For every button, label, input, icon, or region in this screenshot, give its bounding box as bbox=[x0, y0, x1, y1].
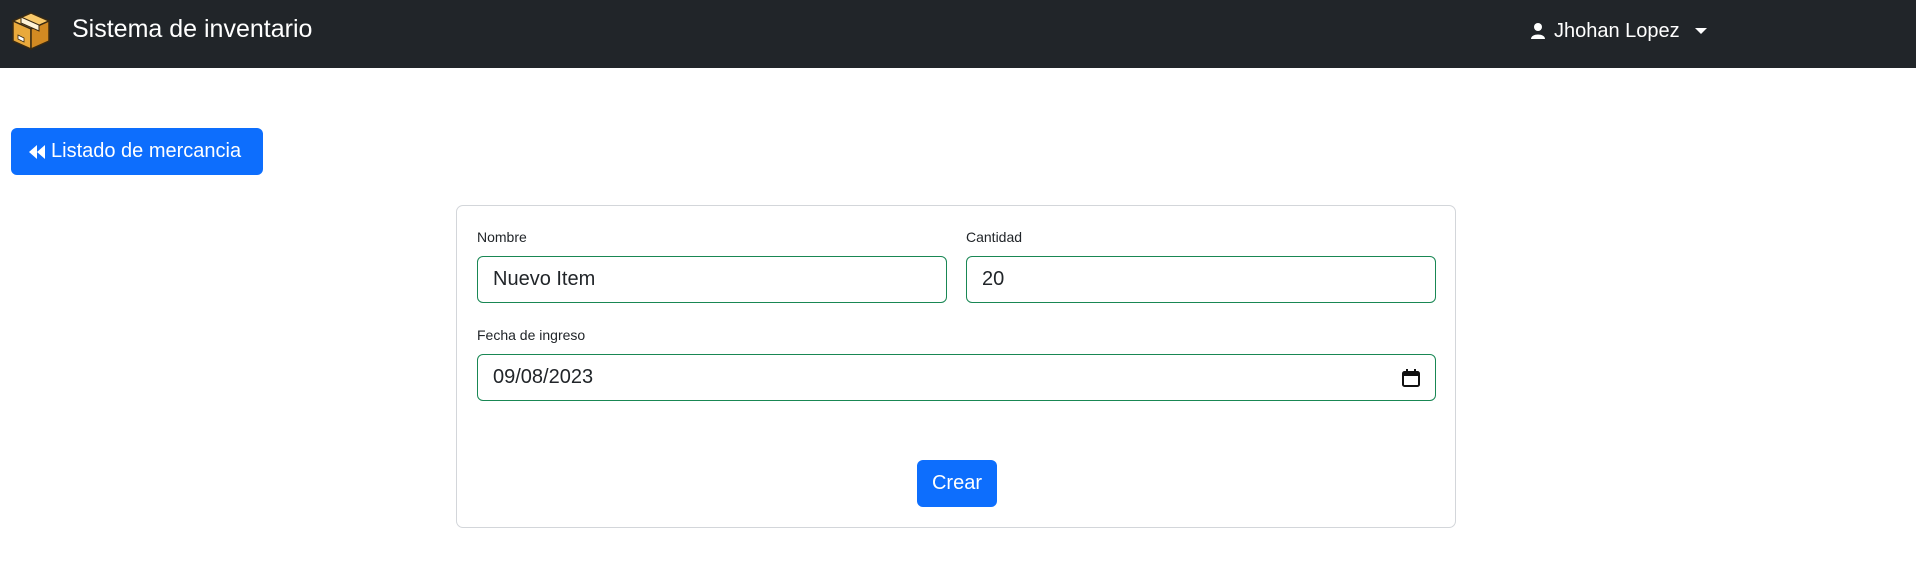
cantidad-label: Cantidad bbox=[966, 229, 1023, 245]
double-chevron-left-icon bbox=[29, 144, 45, 159]
app-title[interactable]: Sistema de inventario bbox=[72, 13, 312, 45]
user-dropdown-toggle[interactable]: Jhohan Lopez bbox=[1530, 16, 1708, 46]
calendar-icon[interactable] bbox=[1401, 368, 1421, 388]
fecha-label: Fecha de ingreso bbox=[477, 327, 586, 343]
create-button[interactable]: Crear bbox=[917, 460, 997, 507]
fecha-ingreso-input[interactable]: 09/08/2023 bbox=[477, 354, 1436, 401]
top-navbar: Sistema de inventario Jhohan Lopez bbox=[0, 0, 1916, 68]
nombre-input[interactable] bbox=[477, 256, 947, 303]
item-form-card: Nombre Cantidad Fecha de ingreso 09/08/2… bbox=[456, 205, 1456, 528]
caret-down-icon bbox=[1694, 28, 1707, 34]
user-name: Jhohan Lopez bbox=[1554, 19, 1680, 42]
nombre-label: Nombre bbox=[477, 229, 527, 245]
user-icon bbox=[1531, 23, 1545, 39]
back-to-list-button[interactable]: Listado de mercancia bbox=[11, 128, 263, 175]
fecha-value: 09/08/2023 bbox=[493, 366, 594, 388]
cantidad-input[interactable] bbox=[966, 256, 1436, 303]
package-box-icon bbox=[11, 12, 51, 51]
back-button-label: Listado de mercancia bbox=[51, 140, 242, 162]
